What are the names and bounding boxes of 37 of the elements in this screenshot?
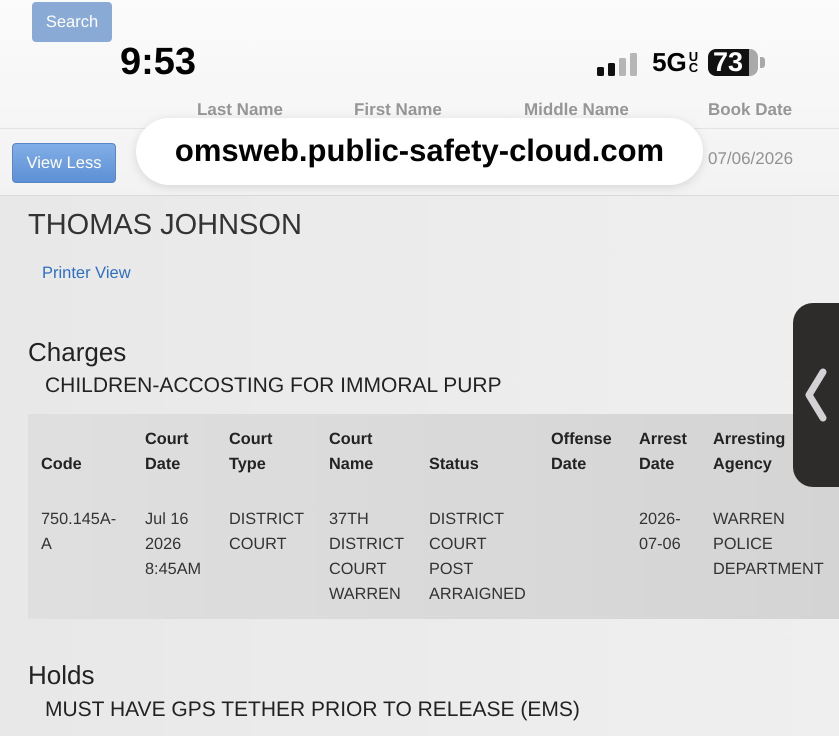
table-header: Arrest Date (639, 429, 688, 475)
table-header: Court Date (145, 429, 190, 475)
table-cell-text: 2026-07-06 (639, 509, 682, 555)
address-bar[interactable]: omsweb.public-safety-cloud.com (136, 118, 703, 185)
section-title: Charges (28, 337, 126, 367)
chevron-left-icon (804, 368, 828, 422)
battery-level: 73 (708, 48, 758, 76)
section-title: Holds (28, 660, 94, 690)
table-cell-text: DISTRICT COURT POST ARRAIGNED (429, 509, 527, 605)
search-button[interactable]: Search (32, 2, 112, 42)
network-type-label: UC (688, 51, 696, 73)
printer-view-link[interactable]: Printer View (42, 264, 131, 282)
column-header: Middle Name (524, 100, 629, 119)
table-header: Code (41, 454, 82, 475)
table-cell-text: 37TH DISTRICT COURT WARREN (329, 509, 405, 605)
view-less-button[interactable]: View Less (12, 143, 116, 183)
table-header: Court Type (229, 429, 274, 475)
charge-description: CHILDREN-ACCOSTING FOR IMMORAL PURP (45, 373, 502, 398)
table-header: Status (429, 454, 479, 475)
column-header: Last Name (197, 100, 283, 119)
battery-tip-icon (760, 56, 765, 68)
clock-time: 9:53 (120, 43, 196, 81)
book-date-cell-text: 07/06/2026 (708, 148, 794, 170)
table-cell-text: Jul 16 2026 8:45AM (145, 509, 202, 580)
signal-strength-icon (597, 52, 638, 76)
table-cell-text: 750.145A-A (41, 509, 118, 555)
table-header: Arresting Agency (713, 429, 786, 475)
network-label: 5G (652, 48, 687, 76)
hold-description: MUST HAVE GPS TETHER PRIOR TO RELEASE (EMS) (45, 697, 580, 722)
table-cell-text: WARREN POLICE DEPARTMENT (713, 509, 825, 580)
side-tab-handle[interactable] (793, 303, 839, 487)
inmate-name: THOMAS JOHNSON (28, 208, 302, 242)
column-header: Book Date (708, 100, 792, 119)
table-header: Court Name (329, 429, 374, 475)
table-cell-text: DISTRICT COURT (229, 509, 305, 555)
column-header: First Name (354, 100, 442, 119)
table-header: Offense Date (551, 429, 613, 475)
